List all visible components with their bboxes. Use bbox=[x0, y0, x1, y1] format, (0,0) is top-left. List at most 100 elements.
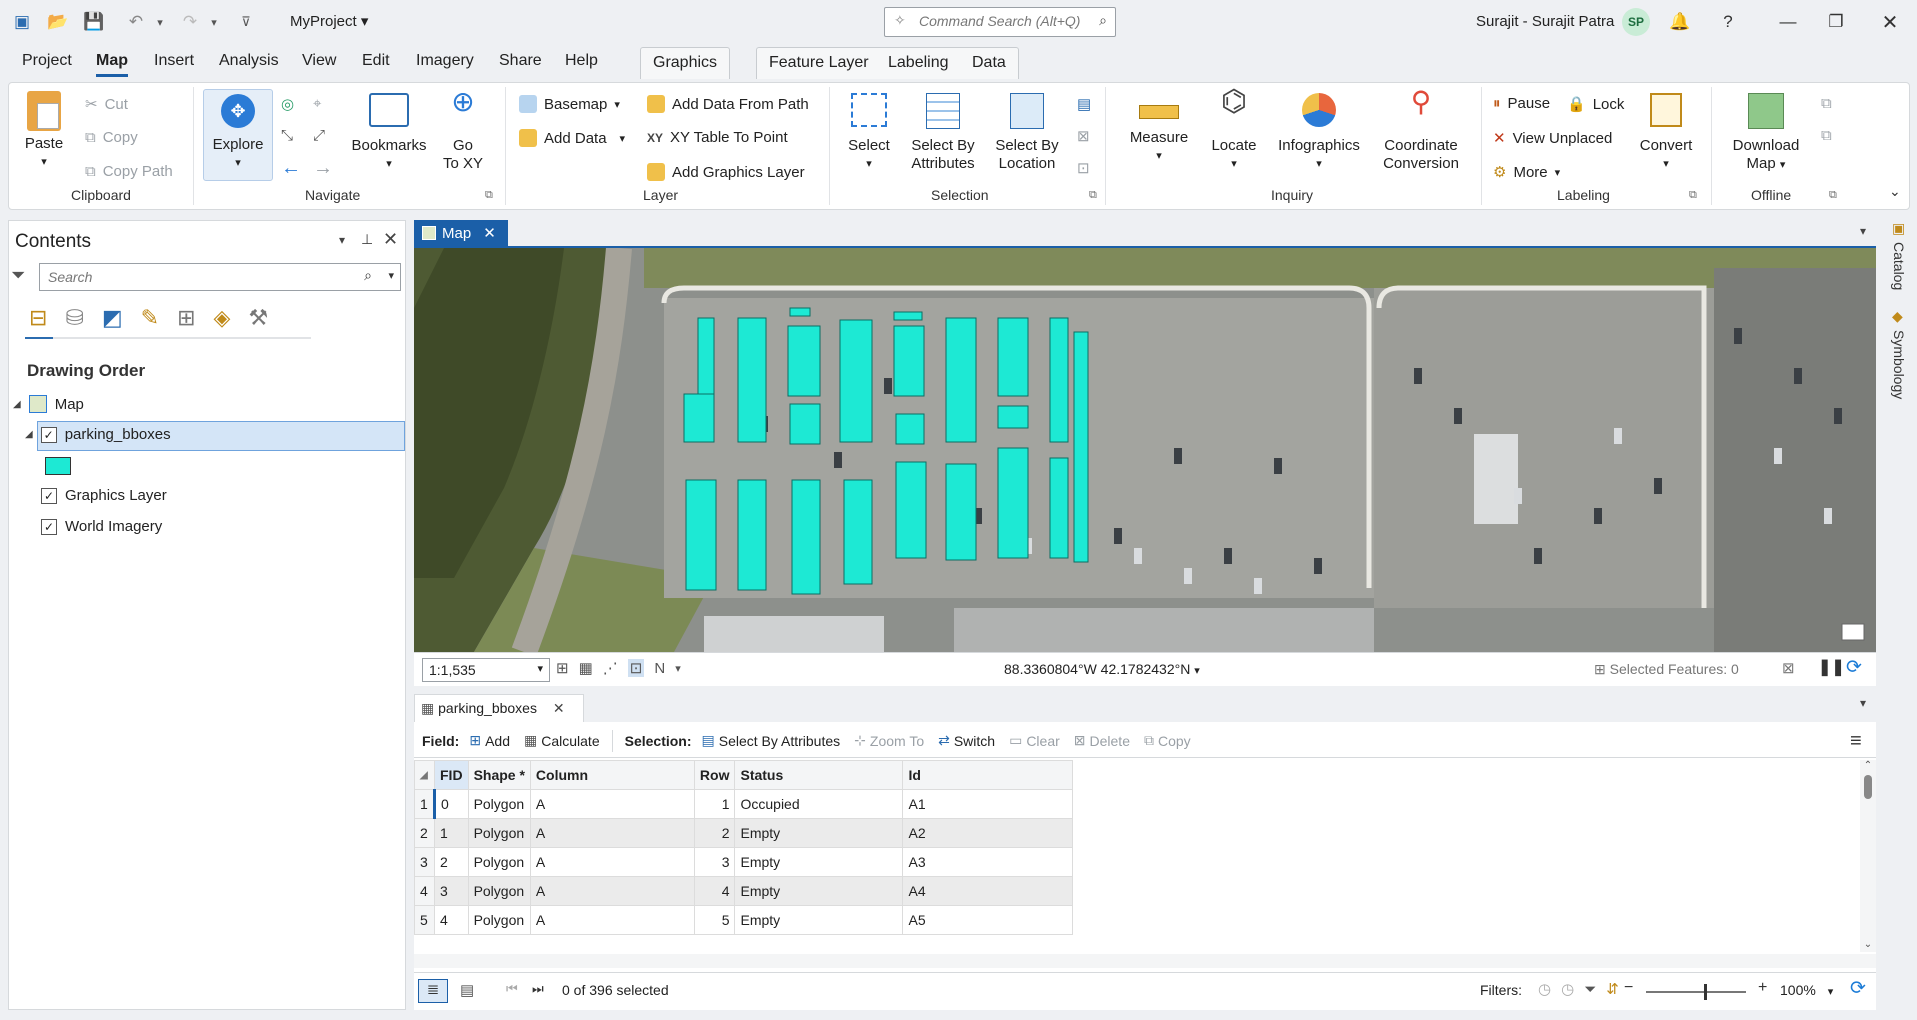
redo-dropdown-icon[interactable]: ▾ bbox=[200, 8, 228, 36]
cell-column[interactable]: A bbox=[529, 789, 695, 819]
tab-project[interactable]: Project bbox=[22, 52, 72, 70]
cell-id[interactable]: A5 bbox=[902, 905, 1074, 935]
north-arrow-icon[interactable]: N bbox=[654, 660, 665, 677]
zoom-out-table-icon[interactable]: − bbox=[1624, 979, 1633, 997]
table-row[interactable]: 2 1 Polygon A 2 Empty A2 bbox=[414, 818, 1074, 848]
column-header-id[interactable]: Id bbox=[902, 760, 1074, 790]
column-header-row[interactable]: Row bbox=[693, 760, 736, 790]
switch-selection-button[interactable]: ⇄ Switch bbox=[938, 732, 995, 749]
column-header-shape[interactable]: Shape * bbox=[467, 760, 531, 790]
collapse-ribbon-icon[interactable]: ⌄ bbox=[1889, 183, 1901, 200]
contents-search-input[interactable]: Search ⌕ ▾ bbox=[39, 263, 401, 291]
cell-row[interactable]: 5 bbox=[693, 905, 736, 935]
filter-extent-icon[interactable]: ◷ bbox=[1538, 980, 1551, 998]
scroll-down-icon[interactable]: ⌄ bbox=[1860, 939, 1876, 950]
tab-share[interactable]: Share bbox=[499, 52, 542, 70]
grid-icon[interactable]: ▦ bbox=[579, 659, 593, 677]
navigator-icon[interactable]: ⊞ bbox=[556, 659, 569, 677]
tab-feature-layer[interactable]: Feature Layer bbox=[756, 47, 881, 79]
select-all-corner[interactable]: ◢ bbox=[414, 760, 435, 790]
next-extent-icon[interactable]: → bbox=[313, 157, 333, 180]
pin-icon[interactable]: ⊥ bbox=[361, 231, 373, 248]
restore-icon[interactable]: ❐ bbox=[1822, 8, 1850, 36]
cell-fid[interactable]: 1 bbox=[434, 818, 469, 848]
add-graphics-layer-button[interactable]: Add Graphics Layer bbox=[647, 163, 805, 181]
cell-fid[interactable]: 3 bbox=[434, 876, 469, 906]
go-to-xy-button[interactable]: ⊕ Go To XY bbox=[437, 88, 489, 173]
select-by-attributes-table-button[interactable]: ▤ Select By Attributes bbox=[702, 732, 841, 749]
vertical-scrollbar[interactable]: ⌃ ⌄ bbox=[1860, 760, 1876, 952]
clear-selection-button[interactable]: ▭ Clear bbox=[1009, 732, 1060, 749]
cell-status[interactable]: Empty bbox=[734, 847, 904, 877]
table-list-dropdown-icon[interactable]: ▾ bbox=[1860, 696, 1866, 710]
locate-button[interactable]: ⌬ Locate ▾ bbox=[1201, 87, 1267, 173]
cell-shape[interactable]: Polygon bbox=[467, 905, 531, 935]
cell-shape[interactable]: Polygon bbox=[467, 876, 531, 906]
row-number[interactable]: 3 bbox=[414, 847, 435, 877]
tab-parking-bboxes-table[interactable]: ▦ parking_bboxes ✕ bbox=[414, 694, 584, 722]
command-search-input[interactable]: ✧ Command Search (Alt+Q) ⌕ bbox=[884, 7, 1116, 37]
close-tab-icon[interactable]: ✕ bbox=[553, 700, 565, 716]
remove-offline-icon[interactable]: ⧉ bbox=[1821, 127, 1832, 144]
close-pane-icon[interactable]: ✕ bbox=[383, 229, 398, 250]
cell-shape[interactable]: Polygon bbox=[467, 818, 531, 848]
zoom-out-icon[interactable]: ⤢ bbox=[313, 127, 325, 144]
help-icon[interactable]: ? bbox=[1714, 8, 1742, 36]
calculate-field-button[interactable]: ▦ Calculate bbox=[524, 732, 600, 749]
navigate-launcher-icon[interactable]: ⧉ bbox=[485, 189, 493, 202]
view-list-dropdown-icon[interactable]: ▾ bbox=[1860, 224, 1866, 238]
cell-shape[interactable]: Polygon bbox=[467, 847, 531, 877]
filter-table-icon[interactable]: ⏷ bbox=[1584, 981, 1596, 998]
copy-button[interactable]: ⧉ Copy bbox=[85, 129, 138, 146]
tab-data[interactable]: Data bbox=[960, 47, 1019, 79]
cell-column[interactable]: A bbox=[529, 905, 695, 935]
cell-status[interactable]: Empty bbox=[734, 876, 904, 906]
xy-table-to-point-button[interactable]: XY XY Table To Point bbox=[647, 129, 788, 146]
avatar[interactable]: SP bbox=[1622, 8, 1650, 36]
layer-visibility-checkbox[interactable]: ✓ bbox=[41, 487, 57, 504]
open-project-icon[interactable]: 📂 bbox=[44, 8, 72, 36]
cell-row[interactable]: 1 bbox=[693, 789, 736, 819]
cell-column[interactable]: A bbox=[529, 818, 695, 848]
map-legend-chip[interactable] bbox=[1841, 623, 1865, 641]
clear-selection-icon[interactable]: ⊠ bbox=[1077, 127, 1090, 145]
minimize-icon[interactable]: — bbox=[1774, 8, 1802, 36]
layer-item-world-imagery[interactable]: ✓ World Imagery bbox=[41, 518, 162, 535]
project-name[interactable]: MyProject ▾ bbox=[290, 12, 368, 30]
download-map-button[interactable]: Download Map ▾ bbox=[1721, 93, 1811, 174]
user-name[interactable]: Surajit - Surajit Patra bbox=[1476, 13, 1614, 30]
delete-selection-button[interactable]: ⊠ Delete bbox=[1074, 732, 1130, 749]
select-by-location-button[interactable]: Select By Location bbox=[987, 93, 1067, 173]
snapping-icon[interactable]: ⋰ bbox=[603, 659, 618, 677]
table-row[interactable]: 3 2 Polygon A 3 Empty A3 bbox=[414, 847, 1074, 877]
attributes-icon[interactable]: ▤ bbox=[1077, 95, 1091, 113]
zoom-slider[interactable] bbox=[1646, 984, 1746, 1000]
layout-icon[interactable]: ⊠ bbox=[1782, 659, 1795, 677]
select-by-attributes-button[interactable]: Select By Attributes bbox=[901, 93, 985, 173]
tab-map-view[interactable]: Map ✕ bbox=[414, 220, 508, 246]
offline-launcher-icon[interactable]: ⧉ bbox=[1829, 189, 1837, 202]
cell-status[interactable]: Empty bbox=[734, 905, 904, 935]
pane-options-icon[interactable]: ▾ bbox=[339, 233, 345, 247]
add-data-button[interactable]: Add Data ▾ bbox=[519, 129, 625, 147]
table-row[interactable]: 1 0 Polygon A 1 Occupied A1 bbox=[414, 789, 1074, 819]
row-number[interactable]: 4 bbox=[414, 876, 435, 906]
symbology-pane-tab[interactable]: Symbology bbox=[1891, 330, 1907, 399]
table-row[interactable]: 4 3 Polygon A 4 Empty A4 bbox=[414, 876, 1074, 906]
show-all-records-icon[interactable]: ≣ bbox=[418, 979, 448, 1003]
refresh-table-icon[interactable]: ⟳ bbox=[1850, 977, 1866, 1000]
tab-analysis[interactable]: Analysis bbox=[219, 52, 279, 70]
close-tab-icon[interactable]: ✕ bbox=[483, 225, 496, 242]
scale-selector[interactable]: 1:1,535 ▾ bbox=[422, 658, 550, 682]
pause-labeling-button[interactable]: ⏸ Pause bbox=[1493, 95, 1550, 112]
row-number[interactable]: 5 bbox=[414, 905, 435, 935]
paste-button[interactable]: Paste ▾ bbox=[23, 91, 65, 171]
filter-icon[interactable]: ⏷ bbox=[11, 265, 25, 286]
filter-definition-icon[interactable]: ◷ bbox=[1561, 980, 1574, 998]
list-by-data-source-icon[interactable]: ⛁ bbox=[65, 305, 83, 331]
tab-graphics[interactable]: Graphics bbox=[640, 47, 731, 79]
column-header-column[interactable]: Column bbox=[529, 760, 695, 790]
more-labeling-button[interactable]: ⚙ More ▾ bbox=[1493, 163, 1560, 182]
constraints-icon[interactable]: ⊡ bbox=[627, 659, 645, 677]
select-button[interactable]: Select ▾ bbox=[839, 93, 899, 173]
